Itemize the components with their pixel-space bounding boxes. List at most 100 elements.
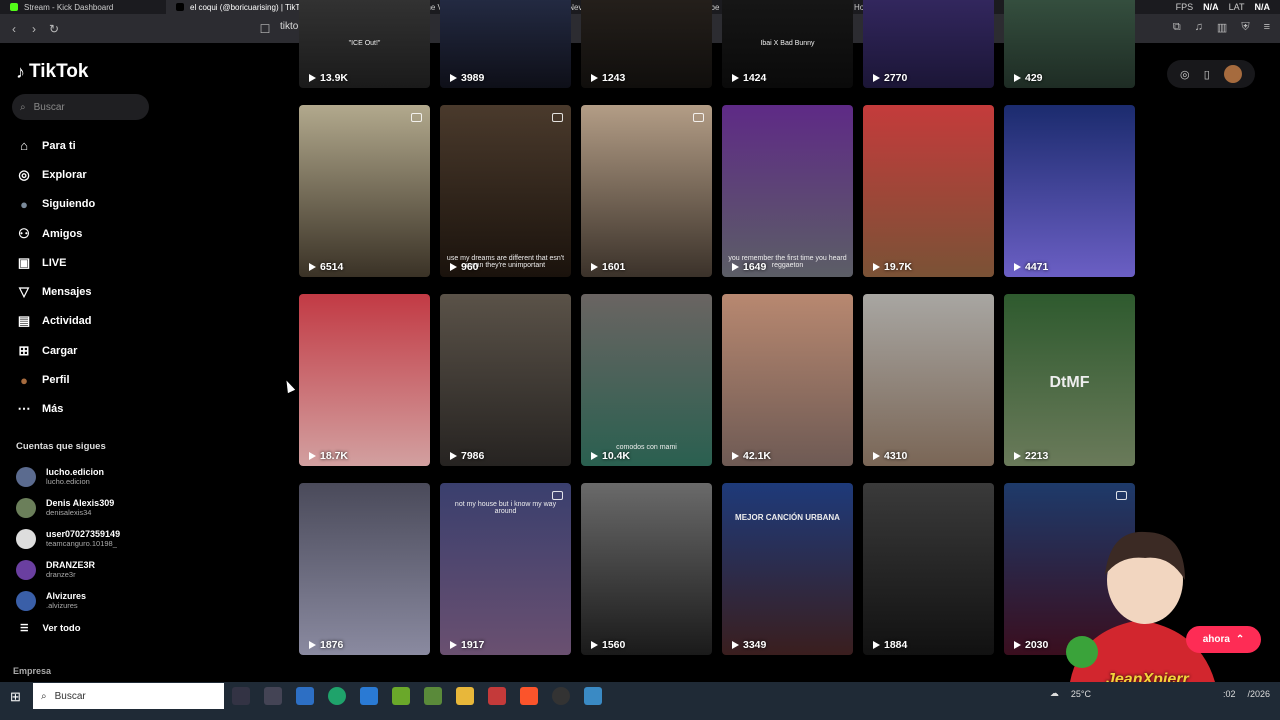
video-thumbnail[interactable]: 4471 [1004, 105, 1135, 277]
video-thumbnail[interactable]: 1876 [299, 483, 430, 655]
account-name: lucho.edicion [46, 467, 105, 477]
task-view-icon[interactable] [232, 687, 250, 705]
music-icon[interactable]: ♫ [1195, 21, 1203, 34]
nav-item-para-ti[interactable]: ⌂ Para ti [16, 131, 95, 160]
view-count: 19.7K [873, 261, 912, 273]
compass-small-icon[interactable]: ◎ [1180, 68, 1190, 81]
more-icon: ⋯ [17, 401, 31, 417]
see-all-link[interactable]: ☰ Ver todo [20, 623, 81, 634]
nav-item-siguiendo[interactable]: ● Siguiendo [16, 190, 95, 219]
nav-item-actividad[interactable]: ▤ Actividad [16, 307, 95, 336]
view-count: 1424 [732, 72, 766, 84]
video-thumbnail[interactable]: 6514 [299, 105, 430, 277]
video-thumbnail[interactable]: 7986 [440, 294, 571, 466]
account-avatar [16, 590, 36, 611]
view-count: 1884 [873, 639, 907, 651]
extensions-icon[interactable]: ⧉ [1173, 21, 1181, 34]
followed-account[interactable]: lucho.edicion lucho.edicion [16, 461, 120, 492]
company-link[interactable]: Empresa [13, 666, 51, 676]
view-count: 2213 [1014, 450, 1048, 462]
brave-icon[interactable] [520, 687, 538, 705]
right-floating-actions: ◎ ▯ [1167, 60, 1255, 88]
bookmark-icon[interactable]: ☐ [255, 22, 275, 36]
video-thumbnail[interactable]: 3989 [440, 0, 571, 88]
video-thumbnail[interactable]: 1601 [581, 105, 712, 277]
tiktok-logo[interactable]: ♪ TikTok [16, 61, 88, 83]
followed-account[interactable]: Alvizures .alvizures [16, 585, 120, 616]
folder-icon[interactable] [456, 687, 474, 705]
lat-label: LAT [1228, 2, 1245, 12]
view-count: 6514 [309, 261, 343, 273]
followed-account[interactable]: Denis Alexis309 denisalexis34 [16, 492, 120, 523]
multi-photo-icon [693, 113, 704, 122]
messages-icon: ▽ [19, 284, 29, 300]
search-input[interactable]: ⌕ Buscar [12, 94, 149, 120]
video-caption: MEJOR CANCIÓN URBANA [735, 513, 840, 522]
multi-photo-icon [552, 491, 563, 500]
nav-item-mensajes[interactable]: ▽ Mensajes [16, 277, 95, 306]
nav-label: LIVE [42, 256, 67, 269]
edge-icon[interactable] [328, 687, 346, 705]
view-count: 1560 [591, 639, 625, 651]
app-icon[interactable] [488, 687, 506, 705]
tab-title: el coqui (@boricuarising) | TikTok [190, 2, 308, 12]
video-thumbnail[interactable]: 2770 [863, 0, 994, 88]
video-thumbnail[interactable]: MEJOR CANCIÓN URBANA 3349 [722, 483, 853, 655]
reload-icon[interactable]: ↻ [44, 22, 64, 36]
phone-icon[interactable]: ▯ [1204, 68, 1210, 81]
video-thumbnail[interactable]: 1560 [581, 483, 712, 655]
windows-taskbar: ⊞ ⌕ Buscar ☁ 25°C :02 /2026 [0, 682, 1280, 720]
back-icon[interactable]: ‹ [4, 22, 24, 36]
see-all-label: Ver todo [42, 623, 81, 634]
minecraft-icon[interactable] [424, 687, 442, 705]
account-username: teamcanguro.10198_ [46, 539, 117, 548]
nav-item-live[interactable]: ▣ LIVE [16, 248, 95, 277]
video-thumbnail[interactable]: use my dreams are different that esn't m… [440, 105, 571, 277]
shield-icon[interactable]: ⛨ [1241, 21, 1249, 34]
video-thumbnail[interactable]: you remember the first time you heard re… [722, 105, 853, 277]
list-icon: ☰ [20, 623, 29, 634]
tiktok-note-icon: ♪ [16, 61, 25, 82]
video-thumbnail[interactable]: "ICE Out!" 13.9K [299, 0, 430, 88]
windows-start-icon[interactable]: ⊞ [10, 689, 21, 705]
followed-account[interactable]: DRANZE3R dranze3r [16, 554, 120, 585]
following-list: lucho.edicion lucho.edicion Denis Alexis30… [16, 461, 120, 616]
video-thumbnail[interactable]: comodos con mami 10.4K [581, 294, 712, 466]
video-thumbnail[interactable]: 18.7K [299, 294, 430, 466]
live-now-button[interactable]: ahora ⌃ [1186, 626, 1261, 653]
profile-avatar[interactable] [1223, 65, 1242, 83]
video-thumbnail[interactable]: not my house but i know my way around 191… [440, 483, 571, 655]
view-count: 2030 [1014, 639, 1048, 651]
obs-icon[interactable] [552, 687, 570, 705]
speedometer-icon[interactable] [264, 687, 282, 705]
nvidia-icon[interactable] [392, 687, 410, 705]
video-thumbnail[interactable]: 1884 [863, 483, 994, 655]
streamer-badge-icon [1066, 636, 1098, 668]
browser-tab[interactable]: Stream - Kick Dashboard [0, 0, 166, 14]
vscode-icon[interactable] [584, 687, 602, 705]
video-thumbnail[interactable]: 19.7K [863, 105, 994, 277]
video-thumbnail[interactable]: 42.1K [722, 294, 853, 466]
taskbar-search-input[interactable]: ⌕ Buscar [33, 683, 224, 709]
sidebar-icon[interactable]: ▥ [1217, 21, 1227, 34]
followed-account[interactable]: user07027359149 teamcanguro.10198_ [16, 523, 120, 554]
mail-icon[interactable] [360, 687, 378, 705]
store-icon[interactable] [296, 687, 314, 705]
nav-item-explorar[interactable]: ◎ Explorar [16, 160, 95, 189]
nav-item-amigos[interactable]: ⚇ Amigos [16, 219, 95, 248]
account-username: .alvizures [46, 601, 78, 610]
nav-item-perfil[interactable]: ● Perfil [16, 365, 95, 394]
forward-icon[interactable]: › [24, 22, 44, 36]
taskbar-search-placeholder: Buscar [54, 690, 86, 702]
video-thumbnail[interactable]: DtMF 2213 [1004, 294, 1135, 466]
temperature: 25°C [1070, 688, 1091, 699]
video-thumbnail[interactable]: 4310 [863, 294, 994, 466]
nav-item-más[interactable]: ⋯ Más [16, 395, 95, 424]
video-thumbnail[interactable]: 429 [1004, 0, 1135, 88]
video-thumbnail[interactable]: Ibai X Bad Bunny 1424 [722, 0, 853, 88]
view-count: 10.4K [591, 450, 630, 462]
activity-icon: ▤ [17, 313, 31, 329]
video-thumbnail[interactable]: 1243 [581, 0, 712, 88]
nav-item-cargar[interactable]: ⊞ Cargar [16, 336, 95, 365]
menu-icon[interactable]: ≡ [1264, 21, 1270, 34]
